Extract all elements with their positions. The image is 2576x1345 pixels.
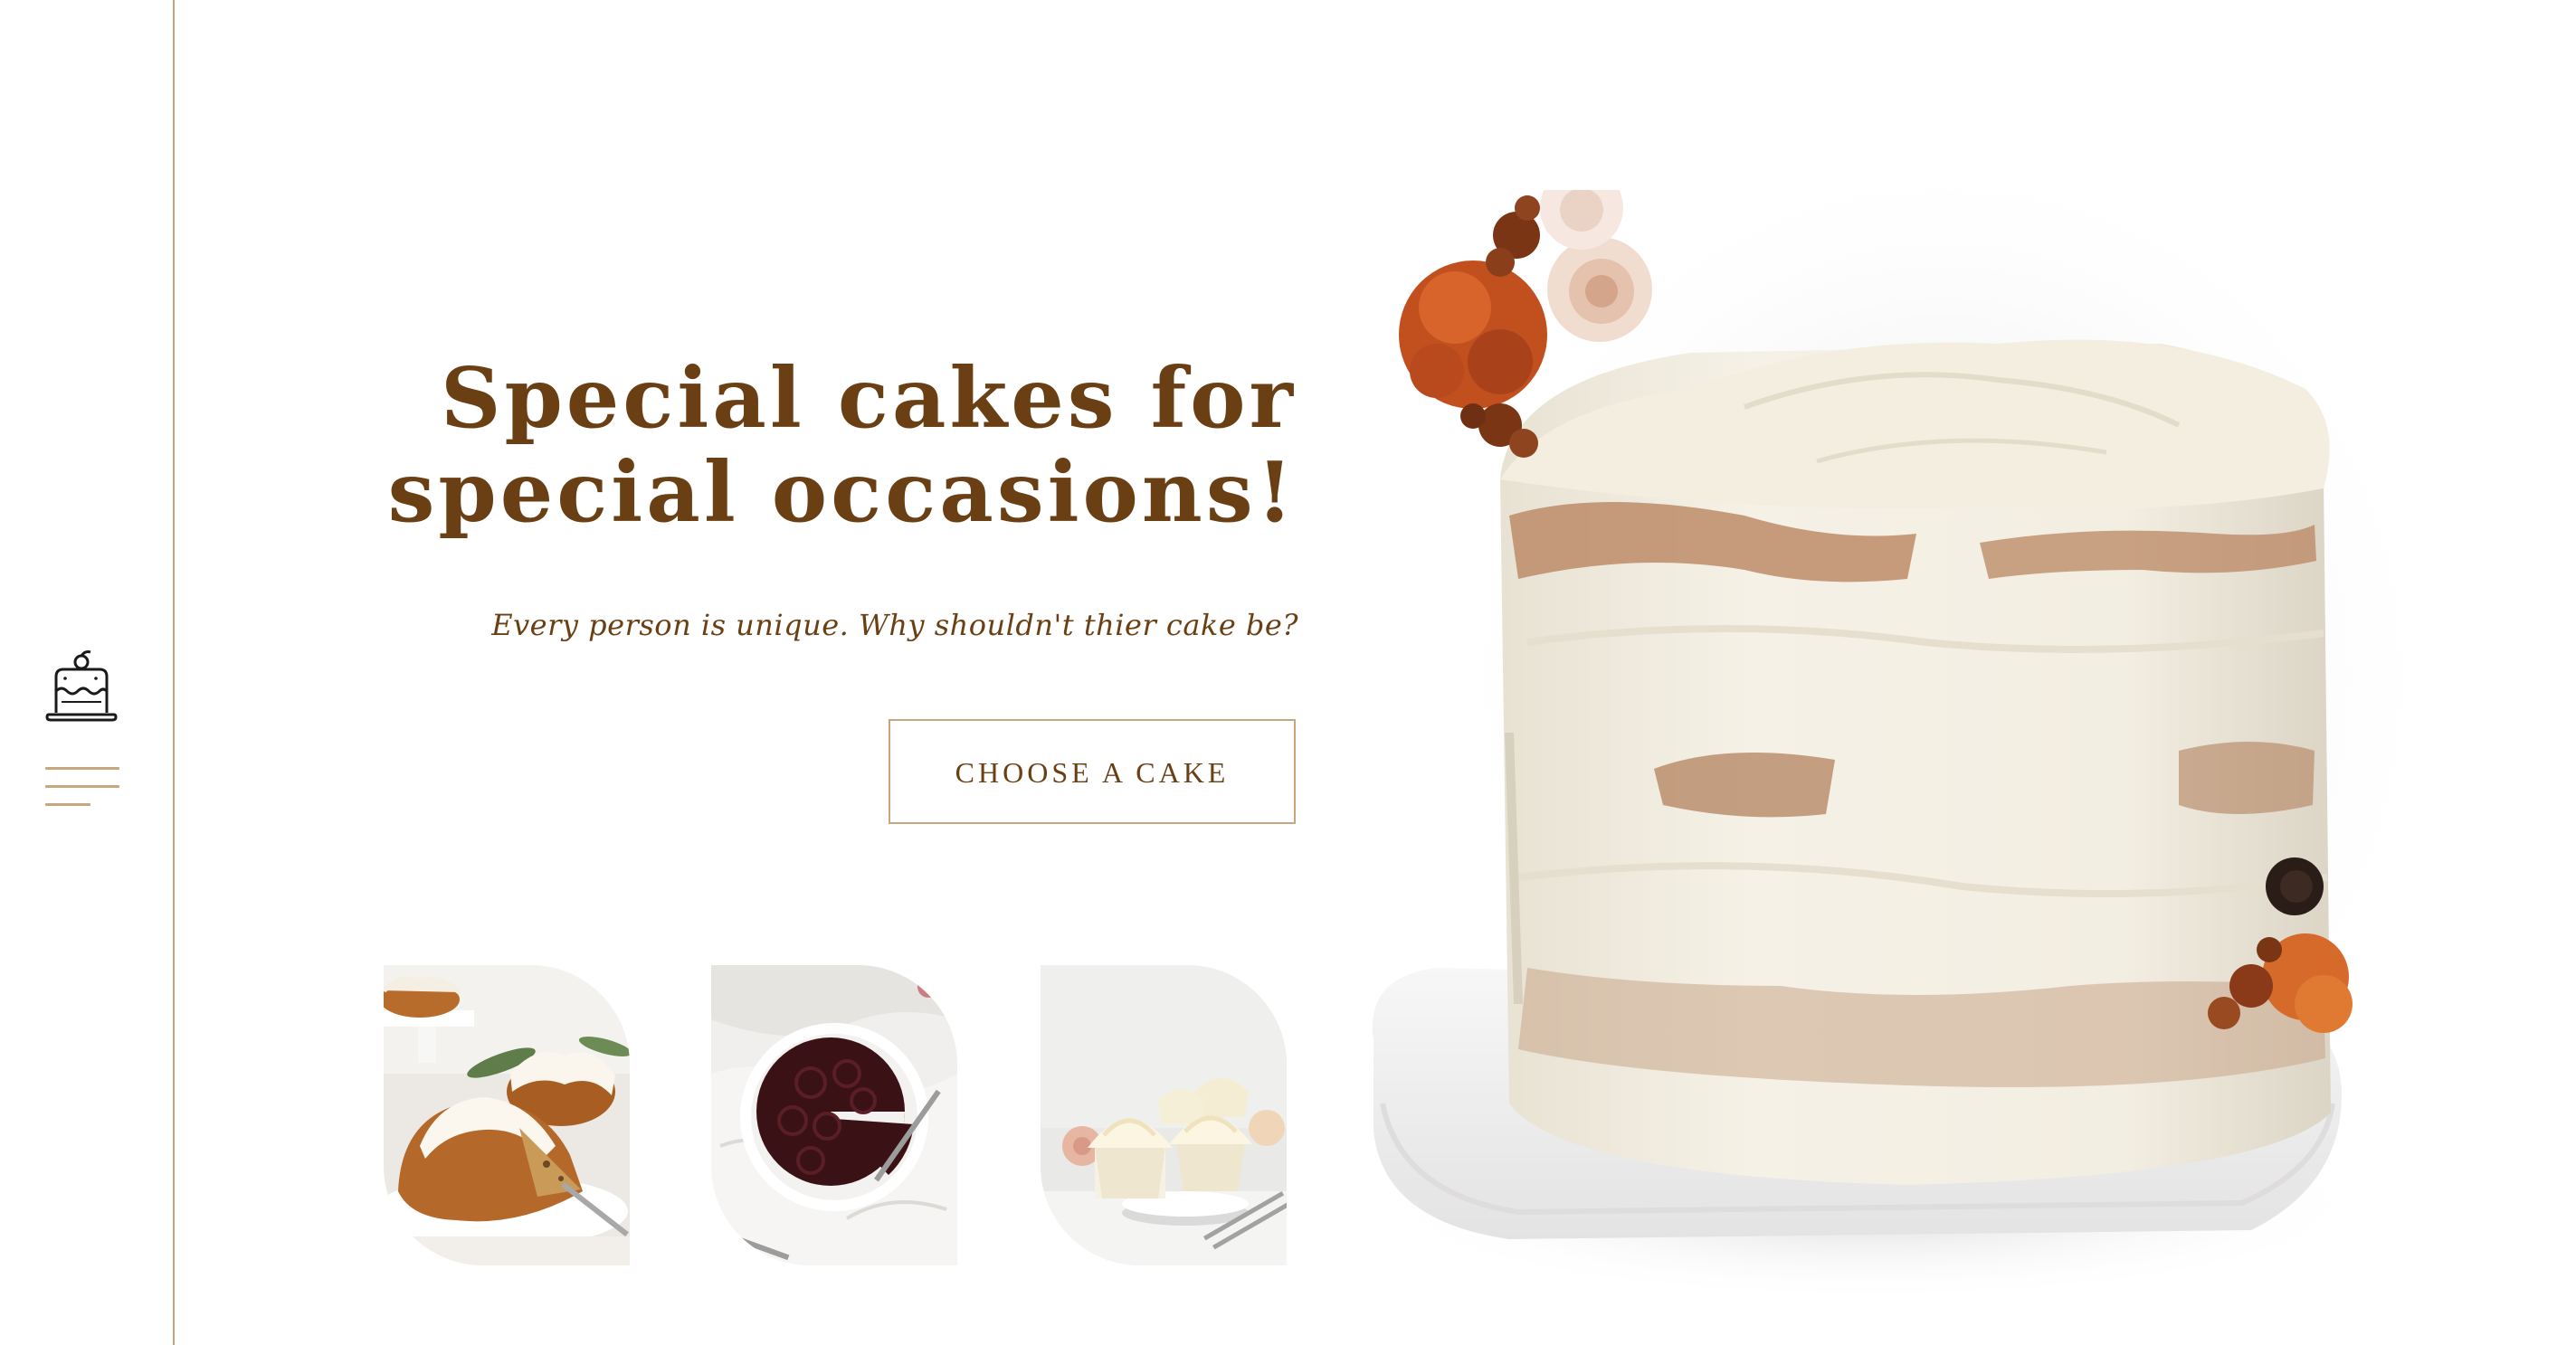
hero-cake-image [1364, 190, 2405, 1345]
gallery-thumb-cupcakes[interactable] [1041, 965, 1287, 1265]
landing-page: Special cakes for special occasions! Eve… [0, 0, 2576, 1345]
headline-line-1: Special cakes for [441, 349, 1297, 447]
gallery-thumb-chocolate-cake[interactable] [711, 965, 957, 1265]
choose-a-cake-button[interactable]: CHOOSE A CAKE [889, 719, 1296, 824]
gallery-thumb-bundt-cakes[interactable] [384, 965, 630, 1265]
cake-logo-icon[interactable] [43, 649, 119, 725]
sidebar [0, 0, 175, 1345]
hero-tagline: Every person is unique. Why shouldn't th… [491, 608, 1298, 642]
hero-headline: Special cakes for special occasions! [301, 351, 1297, 539]
menu-line [45, 785, 119, 788]
sidebar-divider [173, 0, 175, 1345]
hamburger-menu-icon[interactable] [45, 767, 121, 810]
menu-line [45, 767, 119, 770]
headline-line-2: special occasions! [387, 443, 1297, 541]
menu-line [45, 803, 90, 806]
